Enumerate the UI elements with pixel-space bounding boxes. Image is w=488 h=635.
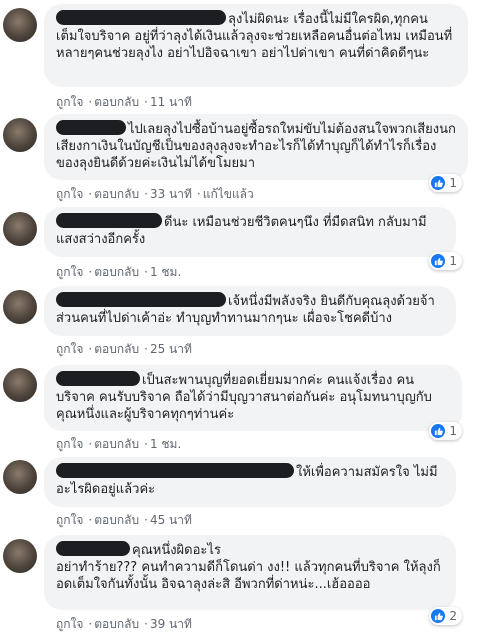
like-link[interactable]: ถูกใจ [56, 513, 83, 527]
redacted-name[interactable] [56, 213, 162, 228]
reply-link[interactable]: ตอบกลับ [94, 617, 139, 631]
timestamp[interactable]: 1 ชม. [150, 437, 181, 451]
reply-link[interactable]: ตอบกลับ [94, 437, 139, 451]
reply-link[interactable]: ตอบกลับ [94, 513, 139, 527]
thumbs-up-icon [431, 176, 446, 190]
reaction-number: 1 [449, 254, 457, 268]
redacted-name[interactable] [56, 292, 226, 307]
thumbs-up-icon [431, 609, 446, 623]
reaction-number: 1 [449, 424, 457, 438]
comment-bubble: เป็นสะพานบุญที่ยอดเยี่ยมมากค่ะ คนแจ้งเรื… [44, 365, 462, 431]
reaction-count[interactable]: 1 [429, 252, 462, 270]
redacted-name[interactable] [56, 463, 294, 478]
comment-bubble: ให้เพื่อความสมัครใจ ไม่มีอะไรผิดอยู่แล้ว… [44, 457, 456, 507]
like-link[interactable]: ถูกใจ [56, 437, 83, 451]
timestamp[interactable]: 1 ชม. [150, 265, 181, 279]
like-link[interactable]: ถูกใจ [56, 265, 83, 279]
like-link[interactable]: ถูกใจ [56, 95, 83, 109]
comment-actions: ถูกใจ · ตอบกลับ · 1 ชม. [56, 265, 182, 279]
comment-actions: ถูกใจ · ตอบกลับ · 45 นาที [56, 513, 192, 527]
redacted-name[interactable] [56, 120, 126, 135]
comment-bubble: ไปเลยลุงไปซื้อบ้านอยู่ซื้อรถใหม่ขับไม่ต้… [44, 114, 468, 180]
comment-bubble: คุณหนึ่งผิดอะไร อย่าทำร้าย??? คนทำความดี… [44, 535, 456, 610]
avatar[interactable] [3, 539, 37, 573]
redacted-name[interactable] [56, 10, 226, 25]
like-link[interactable]: ถูกใจ [56, 342, 83, 356]
reaction-number: 1 [449, 176, 457, 190]
avatar[interactable] [3, 368, 37, 402]
timestamp[interactable]: 25 นาที [150, 342, 192, 356]
reply-link[interactable]: ตอบกลับ [94, 95, 139, 109]
thumbs-up-icon [431, 254, 446, 268]
comment-actions: ถูกใจ · ตอบกลับ · 25 นาที [56, 342, 192, 356]
like-link[interactable]: ถูกใจ [56, 187, 83, 201]
timestamp[interactable]: 39 นาที [150, 617, 192, 631]
avatar[interactable] [3, 118, 37, 152]
avatar[interactable] [3, 290, 37, 324]
avatar[interactable] [3, 8, 37, 42]
timestamp[interactable]: 33 นาที [150, 187, 192, 201]
like-link[interactable]: ถูกใจ [56, 617, 83, 631]
avatar[interactable] [3, 212, 37, 246]
reaction-number: 2 [449, 609, 457, 623]
timestamp[interactable]: 11 นาที [150, 95, 192, 109]
comment-actions: ถูกใจ · ตอบกลับ · 33 นาที · แก้ไขแล้ว [56, 187, 254, 201]
redacted-name[interactable] [56, 541, 130, 556]
comment-text: อย่าทำร้าย??? คนทำความดีก็โดนด่า งง!! แล… [56, 560, 441, 592]
reaction-count[interactable]: 2 [429, 607, 462, 625]
comment-text-line1: คุณหนึ่งผิดอะไร [132, 543, 221, 558]
reaction-count[interactable]: 1 [429, 174, 462, 192]
thumbs-up-icon [431, 424, 446, 438]
reply-link[interactable]: ตอบกลับ [94, 187, 139, 201]
reply-link[interactable]: ตอบกลับ [94, 265, 139, 279]
comment-actions: ถูกใจ · ตอบกลับ · 11 นาที [56, 95, 192, 109]
comment-bubble: ลุงไม่ผิดนะ เรื่องนี้ไม่มีใครผิด,ทุกคนเต… [44, 4, 468, 87]
comment-bubble: เจ้หนึ่งมีพลังจริง ยินดีกับคุณลุงด้วยจ้า… [44, 286, 456, 336]
reply-link[interactable]: ตอบกลับ [94, 342, 139, 356]
reaction-count[interactable]: 1 [429, 422, 462, 440]
avatar[interactable] [3, 460, 37, 494]
timestamp[interactable]: 45 นาที [150, 513, 192, 527]
edited-link[interactable]: แก้ไขแล้ว [203, 187, 254, 201]
redacted-name[interactable] [56, 371, 140, 386]
comment-actions: ถูกใจ · ตอบกลับ · 39 นาที [56, 617, 192, 631]
comment-bubble: ดีนะ เหมือนช่วยชีวิตคนๆนึง ที่มืดสนิท กล… [44, 207, 456, 257]
comment-actions: ถูกใจ · ตอบกลับ · 1 ชม. [56, 437, 182, 451]
